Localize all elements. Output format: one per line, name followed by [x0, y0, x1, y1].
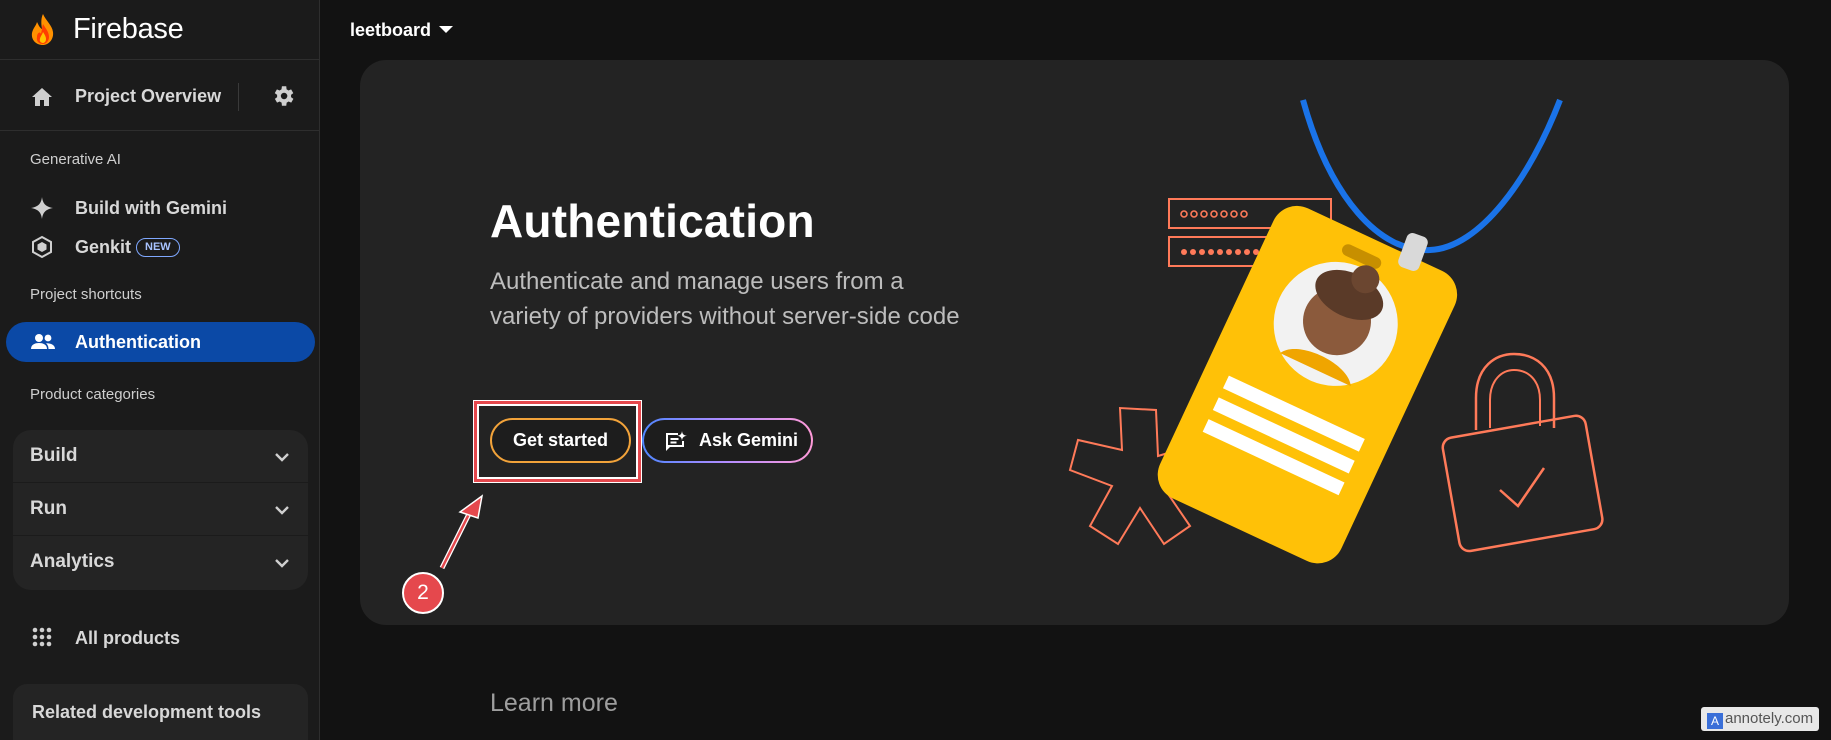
category-run[interactable]: Run [13, 483, 308, 536]
category-build[interactable]: Build [13, 430, 308, 483]
padlock-shackle-inner [1489, 368, 1541, 428]
sidebar-item-build-with-gemini[interactable]: Build with Gemini [0, 190, 320, 226]
annotation-arrow-icon [439, 494, 484, 570]
home-icon[interactable] [30, 85, 54, 109]
firebase-logo-icon [31, 14, 54, 45]
watermark-text: annotely.com [1725, 710, 1814, 727]
annotation-step-number: 2 [402, 572, 444, 614]
section-label-product-categories: Product categories [30, 386, 156, 403]
category-label: Run [30, 498, 67, 519]
learn-more-heading: Learn more [490, 689, 618, 717]
people-icon [31, 334, 55, 349]
section-label-generative-ai: Generative AI [30, 151, 121, 168]
authentication-illustration [1068, 98, 1604, 564]
sidebar-item-label: Genkit [75, 237, 132, 257]
brand-header[interactable]: Firebase [0, 0, 320, 60]
project-overview-link[interactable]: Project Overview [75, 86, 221, 107]
brand-name: Firebase [73, 13, 184, 45]
sidebar-item-genkit[interactable]: Genkit NEW [0, 229, 320, 265]
sidebar-item-label: Build with Gemini [75, 198, 227, 218]
annotation-highlight-box [474, 401, 641, 482]
section-label-project-shortcuts: Project shortcuts [30, 286, 142, 303]
page-description: Authenticate and manage users from a var… [490, 268, 960, 330]
chevron-down-icon [275, 506, 289, 515]
category-label: Build [30, 445, 78, 466]
category-analytics[interactable]: Analytics [13, 536, 308, 589]
product-categories-group: Build Run Analytics [13, 430, 308, 590]
genkit-hexagon-icon [32, 235, 52, 259]
ask-gemini-label: Ask Gemini [699, 430, 799, 450]
chevron-down-icon [275, 453, 289, 462]
page-title: Authentication [490, 195, 815, 247]
category-label: Analytics [30, 551, 115, 572]
sidebar-item-all-products[interactable]: All products [0, 620, 320, 656]
sidebar: Firebase Project Overview Generative AI … [0, 0, 320, 740]
ask-gemini-button-inner: Ask Gemini [644, 420, 811, 461]
padlock-check [1499, 467, 1546, 508]
gemini-chat-spark-icon [666, 431, 687, 451]
watermark-logo-icon: A [1707, 713, 1723, 729]
username-dots [1180, 210, 1248, 218]
grid-icon [32, 627, 52, 647]
watermark: Aannotely.com [1701, 707, 1820, 731]
caret-down-icon [439, 25, 454, 33]
chevron-down-icon [275, 559, 289, 568]
sparkle-icon [31, 197, 53, 219]
padlock-shackle [1474, 352, 1556, 430]
project-overview-row: Project Overview [0, 61, 320, 131]
gear-icon[interactable] [270, 83, 296, 109]
padlock-body [1441, 414, 1604, 553]
sidebar-item-label: All products [75, 628, 181, 648]
overview-divider [238, 83, 239, 111]
sidebar-item-label: Authentication [75, 332, 201, 352]
project-selector[interactable]: leetboard [350, 20, 454, 42]
project-name: leetboard [350, 20, 432, 40]
sidebar-item-authentication[interactable]: Authentication [6, 322, 315, 362]
ask-gemini-button[interactable]: Ask Gemini [642, 418, 813, 463]
related-development-tools[interactable]: Related development tools [13, 684, 308, 740]
password-dots [1181, 249, 1268, 255]
new-badge: NEW [136, 238, 180, 257]
related-tools-label: Related development tools [32, 702, 262, 722]
